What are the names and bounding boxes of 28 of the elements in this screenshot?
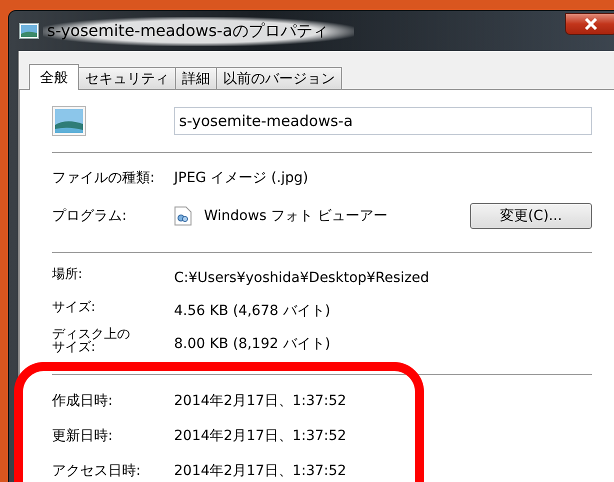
field-value: 2014年2月17日、1:37:52 [174, 462, 346, 480]
field-label: プログラム: [52, 207, 128, 225]
field-label: 作成日時: [52, 392, 114, 410]
field-value: JPEG イメージ (.jpg) [174, 168, 308, 186]
close-button[interactable] [565, 13, 614, 35]
field-label: 更新日時: [52, 426, 114, 444]
file-name-field[interactable]: s-yosemite-meadows-a [174, 107, 592, 135]
field-label: アクセス日時: [52, 462, 142, 480]
field-value: C:¥Users¥yoshida¥Desktop¥Resized [174, 270, 430, 286]
field-label: サイズ: [52, 301, 96, 314]
field-value: Windows フォト ビューアー [204, 207, 388, 225]
tab[interactable]: セキュリティ [78, 67, 176, 89]
field-value: 2014年2月17日、1:37:52 [174, 426, 346, 444]
window-title: s-yosemite-meadows-aのプロパティ [43, 16, 354, 46]
change-button[interactable]: 変更(C)... [470, 203, 592, 229]
image-file-icon [19, 23, 39, 39]
tab[interactable]: 以前のバージョン [216, 67, 342, 89]
tab[interactable]: 全般 [29, 64, 79, 90]
field-value: 2014年2月17日、1:37:52 [174, 392, 346, 410]
tab[interactable]: 詳細 [175, 67, 217, 89]
field-label: ディスク上のサイズ: [52, 328, 131, 354]
field-value: 8.00 KB (8,192 バイト) [174, 334, 330, 352]
field-value: 4.56 KB (4,678 バイト) [174, 302, 330, 320]
image-file-icon [52, 106, 86, 136]
field-label: 場所: [52, 268, 84, 281]
close-icon [584, 18, 598, 30]
program-icon [174, 206, 192, 226]
field-label: ファイルの種類: [52, 168, 156, 186]
